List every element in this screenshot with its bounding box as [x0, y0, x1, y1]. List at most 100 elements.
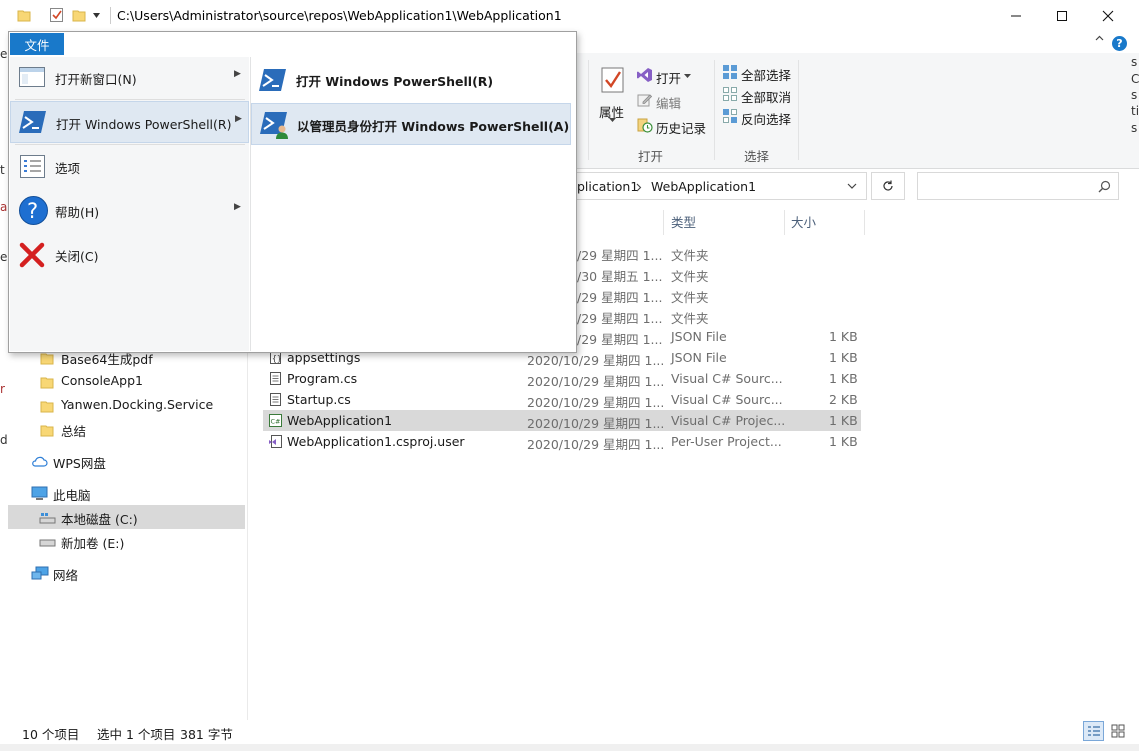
invert-selection-button[interactable]: 反向选择	[722, 107, 796, 127]
file-type: Visual C# Sourc...	[671, 371, 783, 386]
nav-folder-item[interactable]: Yanwen.Docking.Service	[40, 396, 240, 416]
file-date: 2020/10/29 星期四 1...	[527, 416, 665, 431]
menu-item-new-window[interactable]: 打开新窗口(N) ▶	[10, 57, 249, 99]
select-none-button[interactable]: 全部取消	[722, 85, 796, 105]
properties-quick-icon[interactable]	[49, 7, 64, 23]
file-size: 1 KB	[829, 329, 858, 344]
submenu-arrow-icon: ▶	[234, 202, 241, 212]
edge-text-right: s	[1131, 88, 1138, 102]
large-icons-view-button[interactable]	[1108, 721, 1129, 741]
file-type: 文件夹	[671, 248, 709, 263]
file-size: 1 KB	[829, 413, 858, 428]
column-divider[interactable]	[784, 210, 785, 235]
address-dropdown-icon[interactable]	[847, 183, 857, 190]
system-drive-icon	[39, 513, 56, 524]
folder-icon	[40, 377, 54, 389]
maximize-button[interactable]	[1039, 0, 1085, 31]
search-input[interactable]	[922, 176, 1096, 198]
file-name: WebApplication1.csproj.user	[287, 434, 465, 449]
search-box[interactable]	[917, 172, 1119, 200]
address-current-folder[interactable]: WebApplication1	[651, 179, 756, 194]
vs-user-file-icon	[269, 435, 282, 448]
menu-item-open-powershell[interactable]: 打开 Windows PowerShell(R) ▶	[10, 101, 249, 143]
file-name: WebApplication1	[287, 413, 393, 428]
file-type: 文件夹	[671, 269, 709, 284]
file-date: /29 星期四 1...	[577, 290, 663, 305]
file-date: /29 星期四 1...	[577, 332, 663, 347]
close-window-button[interactable]	[1085, 0, 1131, 31]
refresh-button[interactable]	[871, 172, 905, 200]
edge-text-left: e	[0, 250, 8, 264]
edge-text-right: s	[1131, 55, 1138, 69]
select-all-button[interactable]: 全部选择	[722, 63, 796, 83]
window-path-title: C:\Users\Administrator\source\repos\WebA…	[117, 8, 562, 23]
address-bar[interactable]: plication1 WebApplication1	[577, 172, 867, 200]
nav-folder-label: 总结	[61, 424, 87, 439]
nav-this-pc[interactable]: 此电脑	[31, 484, 241, 504]
file-size: 1 KB	[829, 350, 858, 365]
address-partial-path[interactable]: plication1	[577, 179, 638, 194]
file-type: Per-User Project...	[671, 434, 782, 449]
file-type: JSON File	[671, 350, 727, 365]
properties-button[interactable]: 属性	[596, 64, 630, 126]
status-bar: 10 个项目 选中 1 个项目 381 字节	[0, 720, 1139, 744]
file-menu: 文件 打开新窗口(N) ▶ 打开 Windows PowerShell(R) ▶…	[8, 31, 577, 353]
minimize-icon	[1011, 15, 1021, 16]
customize-dropdown-icon[interactable]	[92, 12, 101, 19]
svg-text:C#: C#	[271, 418, 281, 426]
file-date: 2020/10/29 星期四 1...	[527, 437, 665, 452]
file-name: Program.cs	[287, 371, 358, 386]
details-view-button[interactable]	[1083, 721, 1104, 741]
nav-folder-item[interactable]: 总结	[40, 420, 240, 440]
maximize-icon	[1057, 10, 1067, 21]
edit-button[interactable]: 编辑	[636, 91, 710, 111]
invert-selection-label: 反向选择	[741, 112, 792, 127]
menu-item-label: 关闭(C)	[55, 249, 99, 264]
file-menu-submenu-pane	[250, 57, 576, 351]
file-type: 文件夹	[671, 311, 709, 326]
nav-network[interactable]: 网络	[31, 564, 241, 584]
minimize-button[interactable]	[993, 0, 1039, 31]
status-selection: 选中 1 个项目	[97, 727, 176, 742]
new-folder-quick-icon[interactable]	[72, 8, 86, 22]
open-with-button[interactable]: 打开	[636, 66, 710, 86]
nav-drive-c[interactable]: 本地磁盘 (C:)	[39, 508, 239, 528]
nav-drive-e[interactable]: 新加卷 (E:)	[39, 532, 239, 552]
menu-item-close[interactable]: 关闭(C)	[10, 234, 249, 276]
search-icon	[1098, 180, 1111, 193]
close-icon	[1102, 10, 1114, 21]
folder-icon	[40, 401, 54, 413]
file-row[interactable]: WebApplication1.csproj.user 2020/10/29 星…	[263, 431, 861, 452]
menu-item-label: 选项	[55, 161, 81, 176]
svg-text:{}: {}	[272, 354, 282, 363]
menu-item-label: 打开 Windows PowerShell(R)	[56, 117, 232, 132]
history-icon	[637, 118, 653, 133]
nav-folder-item[interactable]: ConsoleApp1	[40, 372, 240, 392]
file-row[interactable]: Startup.cs 2020/10/29 星期四 1... Visual C#…	[263, 389, 861, 410]
nav-wps-cloud[interactable]: WPS网盘	[31, 452, 241, 472]
select-all-icon	[723, 65, 737, 79]
menu-item-options[interactable]: 选项	[10, 146, 249, 188]
column-header-size[interactable]: 大小	[791, 212, 816, 234]
history-button[interactable]: 历史记录	[636, 116, 710, 136]
submenu-item-open-powershell[interactable]: 打开 Windows PowerShell(R)	[251, 59, 571, 101]
expand-ribbon-icon[interactable]	[1095, 34, 1104, 43]
chevron-down-icon	[609, 118, 616, 122]
column-divider[interactable]	[663, 210, 664, 235]
new-window-icon	[19, 67, 45, 87]
history-label: 历史记录	[656, 121, 707, 136]
powershell-icon	[259, 69, 286, 91]
file-size: 2 KB	[829, 392, 858, 407]
file-tab[interactable]: 文件	[10, 33, 64, 55]
file-row[interactable]: Program.cs 2020/10/29 星期四 1... Visual C#…	[263, 368, 861, 389]
breadcrumb-chevron-icon[interactable]	[636, 183, 642, 192]
help-icon[interactable]: ?	[1112, 36, 1127, 51]
file-row-selected[interactable]: C# WebApplication1 2020/10/29 星期四 1... V…	[263, 410, 861, 431]
menu-item-help[interactable]: ? 帮助(H) ▶	[10, 190, 249, 232]
column-header-type[interactable]: 类型	[671, 212, 696, 234]
menu-separator	[15, 99, 245, 100]
submenu-item-open-powershell-admin[interactable]: 以管理员身份打开 Windows PowerShell(A)	[251, 103, 571, 145]
cs-file-icon	[270, 372, 281, 385]
column-divider[interactable]	[864, 210, 865, 235]
svg-text:?: ?	[27, 199, 38, 223]
